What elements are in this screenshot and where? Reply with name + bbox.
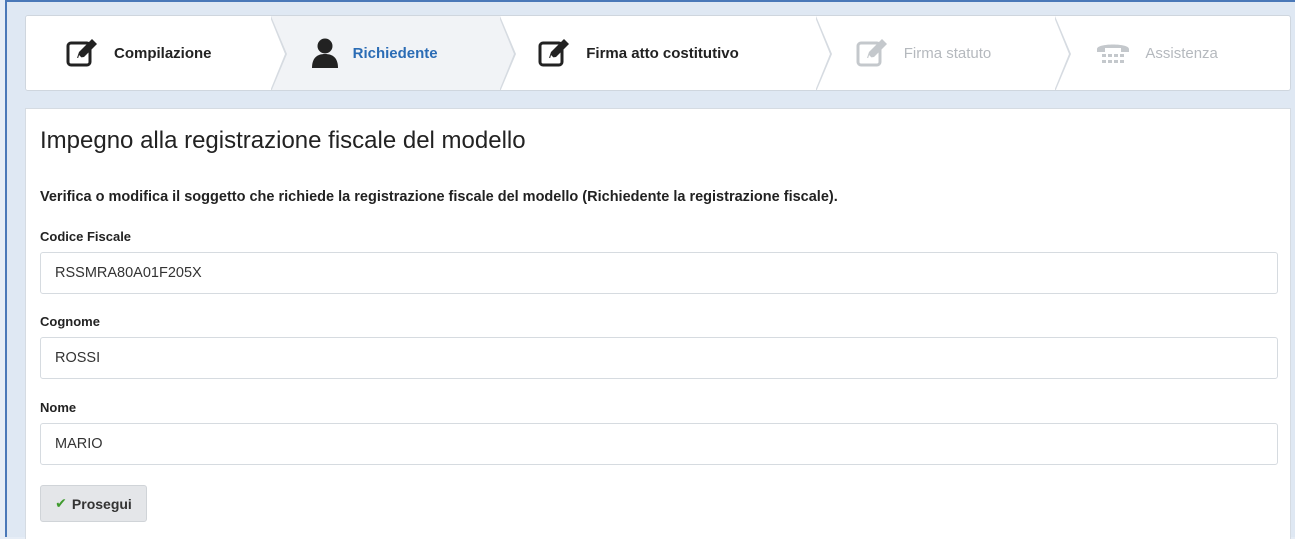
step-label: Richiedente bbox=[352, 44, 438, 62]
step-separator bbox=[1054, 16, 1072, 90]
requester-form-panel: Impegno alla registrazione fiscale del m… bbox=[25, 108, 1291, 539]
step-label: Firma atto costitutivo bbox=[586, 44, 739, 62]
prosegui-button[interactable]: ✔ Prosegui bbox=[40, 485, 147, 522]
edit-icon bbox=[66, 38, 100, 68]
step-separator bbox=[814, 16, 832, 90]
step-separator bbox=[269, 16, 287, 90]
step-firma-atto-costitutivo[interactable]: Firma atto costitutivo bbox=[500, 16, 832, 90]
cognome-label: Cognome bbox=[40, 314, 100, 329]
nome-field[interactable]: MARIO bbox=[40, 423, 1278, 465]
edit-icon bbox=[856, 38, 890, 68]
codice-fiscale-field[interactable]: RSSMRA80A01F205X bbox=[40, 252, 1278, 294]
nome-label: Nome bbox=[40, 400, 77, 415]
step-firma-statuto: Firma statuto bbox=[816, 16, 1072, 90]
wizard-stepper: Compilazione Richiedente Firma atto cost… bbox=[25, 15, 1291, 91]
step-compilazione[interactable]: Compilazione bbox=[26, 16, 287, 90]
codice-fiscale-label: Codice Fiscale bbox=[40, 229, 132, 244]
phone-icon bbox=[1095, 40, 1131, 66]
step-label: Assistenza bbox=[1145, 44, 1218, 62]
step-separator bbox=[499, 16, 517, 90]
check-icon: ✔ bbox=[55, 495, 67, 511]
step-assistenza: Assistenza bbox=[1055, 16, 1290, 90]
edit-icon bbox=[538, 38, 572, 68]
app-frame: Compilazione Richiedente Firma atto cost… bbox=[5, 0, 1295, 539]
page-title: Impegno alla registrazione fiscale del m… bbox=[40, 127, 526, 154]
form-description: Verifica o modifica il soggetto che rich… bbox=[40, 189, 838, 205]
cognome-field[interactable]: ROSSI bbox=[40, 337, 1278, 379]
prosegui-label: Prosegui bbox=[71, 495, 132, 512]
step-richiedente[interactable]: Richiedente bbox=[270, 16, 517, 90]
step-label: Firma statuto bbox=[903, 44, 992, 62]
step-label: Compilazione bbox=[114, 44, 212, 62]
user-icon bbox=[311, 38, 339, 68]
